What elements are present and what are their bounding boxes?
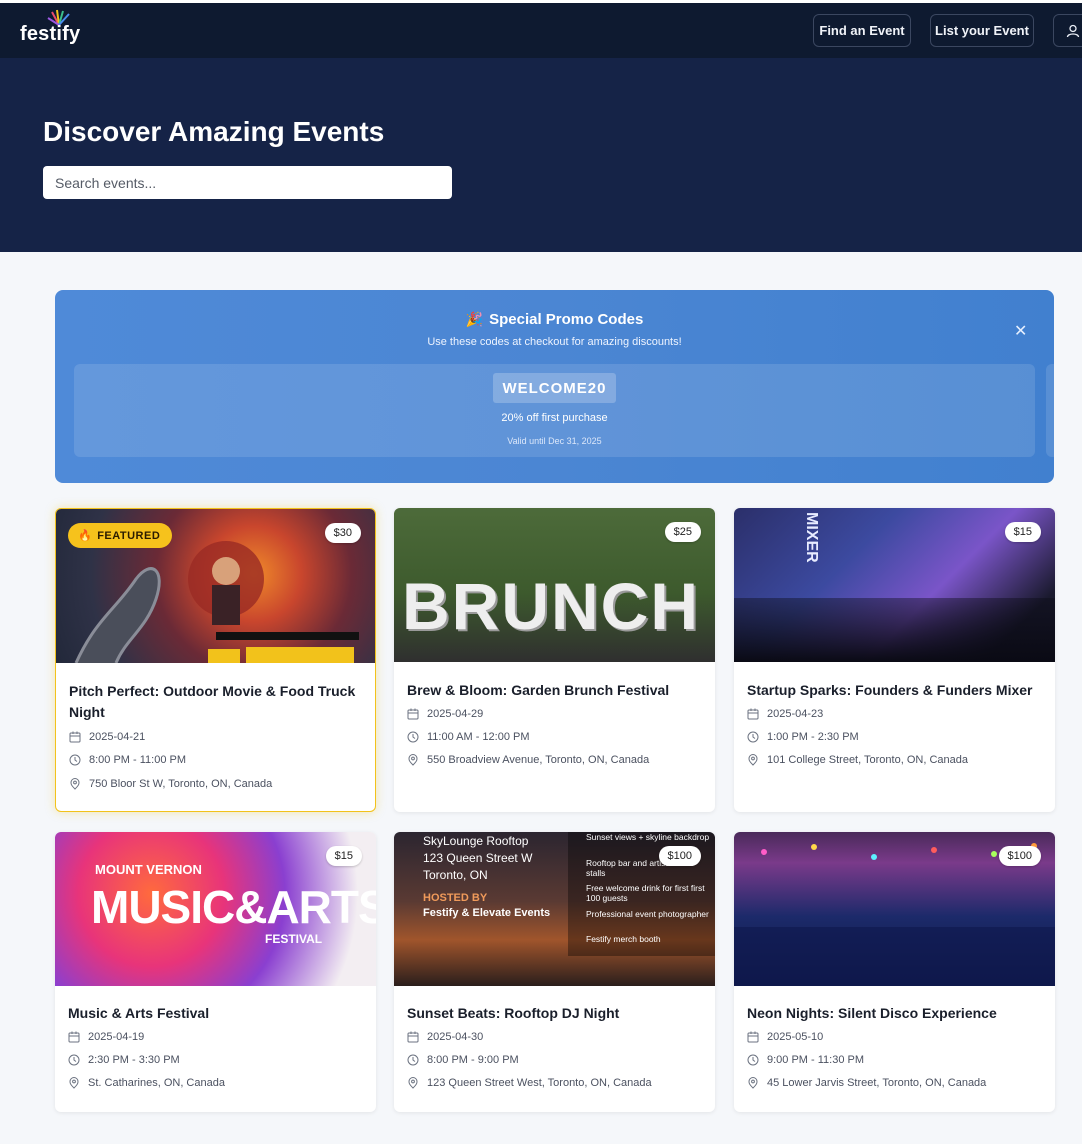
- poster-bottom-text: FESTIVAL: [265, 932, 323, 946]
- clock-icon: [68, 1054, 80, 1066]
- fire-icon: 🔥: [78, 530, 93, 542]
- user-icon: [1066, 24, 1080, 38]
- event-location: 123 Queen Street West, Toronto, ON, Cana…: [407, 1077, 652, 1089]
- calendar-icon: [68, 1031, 80, 1043]
- promo-subtitle: Use these codes at checkout for amazing …: [427, 336, 682, 348]
- event-card[interactable]: $100 Neon Nights: Silent Disco Experienc…: [734, 832, 1055, 1112]
- clock-icon: [747, 731, 759, 743]
- clock-icon: [747, 1054, 759, 1066]
- event-time: 1:00 PM - 2:30 PM: [747, 731, 859, 743]
- price-badge: $100: [998, 846, 1041, 866]
- event-title[interactable]: Music & Arts Festival: [68, 1003, 368, 1024]
- event-date: 2025-04-21: [69, 731, 145, 743]
- promo-heading: 🎉 Special Promo Codes: [55, 311, 1054, 328]
- venue-line-1: SkyLounge Rooftop: [423, 834, 529, 848]
- bullet-1: Sunset views + skyline backdrop: [586, 832, 710, 842]
- event-time: 2:30 PM - 3:30 PM: [68, 1054, 180, 1066]
- event-title[interactable]: Pitch Perfect: Outdoor Movie & Food Truc…: [69, 681, 369, 723]
- bullet-4: Professional event photographer: [586, 909, 709, 919]
- location-pin-icon: [748, 754, 758, 766]
- list-event-button[interactable]: List your Event: [930, 14, 1034, 47]
- price-badge: $25: [664, 522, 701, 542]
- location-pin-icon: [70, 778, 80, 790]
- location-pin-icon: [408, 1077, 418, 1089]
- calendar-icon: [69, 731, 81, 743]
- event-image: $100: [734, 832, 1055, 986]
- host-name: Festify & Elevate Events: [423, 907, 551, 919]
- event-image: BRUNCH $25: [394, 508, 715, 662]
- clock-icon: [407, 731, 419, 743]
- price-badge: $30: [324, 523, 361, 543]
- event-date: 2025-04-30: [407, 1031, 483, 1043]
- page-title: Discover Amazing Events: [43, 116, 385, 147]
- event-title[interactable]: Sunset Beats: Rooftop DJ Night: [407, 1003, 707, 1024]
- party-icon: 🎉: [465, 311, 484, 327]
- event-card[interactable]: MOUNT VERNON MUSIC&ARTS FESTIVAL $15 Mus…: [55, 832, 376, 1112]
- poster-main-text: MUSIC&ARTS: [91, 881, 376, 933]
- mixer-screen-text: MIXER: [803, 512, 820, 563]
- promo-code-card-next: [1046, 364, 1054, 457]
- event-location: 750 Bloor St W, Toronto, ON, Canada: [69, 778, 272, 790]
- crowd-shade: [734, 598, 1055, 662]
- event-time: 9:00 PM - 11:30 PM: [747, 1054, 864, 1066]
- event-time: 8:00 PM - 11:00 PM: [69, 754, 186, 766]
- top-nav: festify Find an Event List your Event: [0, 3, 1082, 58]
- user-button[interactable]: [1053, 14, 1082, 47]
- event-image: MOUNT VERNON MUSIC&ARTS FESTIVAL $15: [55, 832, 376, 986]
- event-location: St. Catharines, ON, Canada: [68, 1077, 225, 1089]
- calendar-icon: [747, 1031, 759, 1043]
- find-event-button[interactable]: Find an Event: [813, 14, 911, 47]
- promo-code-card: WELCOME20 20% off first purchase Valid u…: [74, 364, 1035, 457]
- calendar-icon: [747, 708, 759, 720]
- event-image: SkyLounge Rooftop 123 Queen Street W Tor…: [394, 832, 715, 986]
- event-date: 2025-04-23: [747, 708, 823, 720]
- clock-icon: [69, 754, 81, 766]
- featured-badge: 🔥 FEATURED: [68, 523, 173, 548]
- clock-icon: [407, 1054, 419, 1066]
- event-card[interactable]: 🔥 FEATURED $30 Pitch Perfect: Outdoor Mov…: [55, 508, 376, 812]
- promo-banner: 🎉 Special Promo Codes Use these codes at …: [55, 290, 1054, 483]
- event-date: 2025-04-29: [407, 708, 483, 720]
- price-badge: $100: [658, 846, 701, 866]
- event-title[interactable]: Brew & Bloom: Garden Brunch Festival: [407, 680, 707, 701]
- location-pin-icon: [69, 1077, 79, 1089]
- venue-line-2: 123 Queen Street W: [423, 851, 533, 865]
- hero-section: [0, 58, 1082, 252]
- search-input[interactable]: [43, 166, 452, 199]
- promo-title: Special Promo Codes: [489, 311, 644, 328]
- location-pin-icon: [408, 754, 418, 766]
- calendar-icon: [407, 1031, 419, 1043]
- event-location: 101 College Street, Toronto, ON, Canada: [747, 754, 968, 766]
- bullet-5: Festify merch booth: [586, 934, 661, 944]
- promo-validity: Valid until Dec 31, 2025: [507, 436, 602, 446]
- event-date: 2025-04-19: [68, 1031, 144, 1043]
- event-time: 8:00 PM - 9:00 PM: [407, 1054, 519, 1066]
- event-title[interactable]: Neon Nights: Silent Disco Experience: [747, 1003, 1047, 1024]
- bullet-3: Free welcome drink for first first 100 g…: [586, 883, 705, 903]
- event-title[interactable]: Startup Sparks: Founders & Funders Mixer: [747, 680, 1047, 701]
- event-location: 550 Broadview Avenue, Toronto, ON, Canad…: [407, 754, 649, 766]
- close-icon[interactable]: ✕: [1014, 321, 1027, 341]
- location-pin-icon: [748, 1077, 758, 1089]
- hosted-by-label: HOSTED BY: [423, 892, 488, 904]
- calendar-icon: [407, 708, 419, 720]
- promo-code[interactable]: WELCOME20: [493, 373, 616, 403]
- event-card[interactable]: MIXER $15 Startup Sparks: Founders & Fun…: [734, 508, 1055, 812]
- promo-description: 20% off first purchase: [501, 412, 608, 424]
- event-time: 11:00 AM - 12:00 PM: [407, 731, 530, 743]
- event-image: MIXER $15: [734, 508, 1055, 662]
- brunch-sign-text: BRUNCH: [402, 569, 700, 643]
- price-badge: $15: [1004, 522, 1041, 542]
- event-card[interactable]: SkyLounge Rooftop 123 Queen Street W Tor…: [394, 832, 715, 1112]
- logo[interactable]: festify: [20, 23, 80, 46]
- venue-line-3: Toronto, ON: [423, 868, 488, 882]
- event-image: 🔥 FEATURED $30: [56, 509, 375, 663]
- event-card[interactable]: BRUNCH $25 Brew & Bloom: Garden Brunch F…: [394, 508, 715, 812]
- event-location: 45 Lower Jarvis Street, Toronto, ON, Can…: [747, 1077, 986, 1089]
- event-date: 2025-05-10: [747, 1031, 823, 1043]
- price-badge: $15: [325, 846, 362, 866]
- poster-top-text: MOUNT VERNON: [95, 862, 202, 877]
